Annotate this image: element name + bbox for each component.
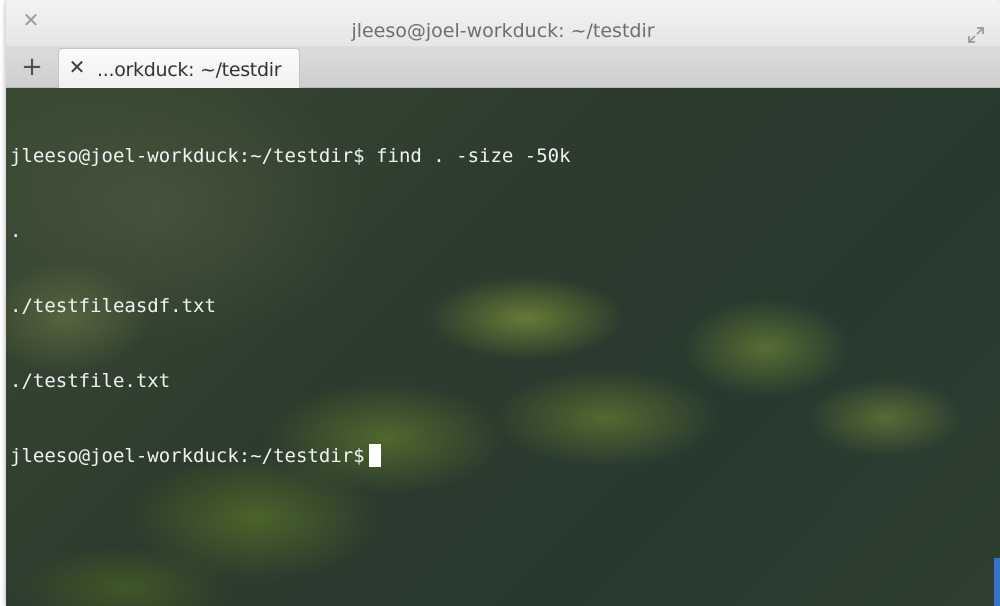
- terminal-window: ✕ jleeso@joel-workduck: ~/testdir + ✕ ..…: [6, 0, 1000, 606]
- title-bar[interactable]: ✕ jleeso@joel-workduck: ~/testdir: [6, 0, 1000, 47]
- output-line: ./testfile.txt: [10, 370, 171, 392]
- text-cursor: [368, 444, 381, 467]
- terminal-area[interactable]: jleeso@joel-workduck:~/testdir$ find . -…: [6, 88, 1000, 606]
- output-line: ./testfileasdf.txt: [10, 295, 216, 317]
- tab-bar: + ✕ ...orkduck: ~/testdir: [6, 46, 1000, 89]
- new-tab-button[interactable]: +: [12, 50, 52, 84]
- tab-testdir[interactable]: ✕ ...orkduck: ~/testdir: [58, 48, 300, 89]
- command-text: find . -size -50k: [376, 145, 571, 167]
- window-title: jleeso@joel-workduck: ~/testdir: [351, 20, 655, 42]
- tab-close-icon[interactable]: ✕: [65, 55, 89, 79]
- command-line: jleeso@joel-workduck:~/testdir$ find . -…: [10, 144, 571, 169]
- current-line[interactable]: jleeso@joel-workduck:~/testdir$: [10, 444, 571, 469]
- maximize-icon[interactable]: [966, 25, 986, 45]
- scrollbar[interactable]: [994, 558, 1000, 606]
- terminal-output: jleeso@joel-workduck:~/testdir$ find . -…: [10, 94, 571, 519]
- current-prompt: jleeso@joel-workduck:~/testdir$: [10, 445, 365, 467]
- output-line: .: [10, 220, 22, 242]
- tab-label: ...orkduck: ~/testdir: [97, 59, 282, 81]
- prompt: jleeso@joel-workduck:~/testdir$: [10, 145, 365, 167]
